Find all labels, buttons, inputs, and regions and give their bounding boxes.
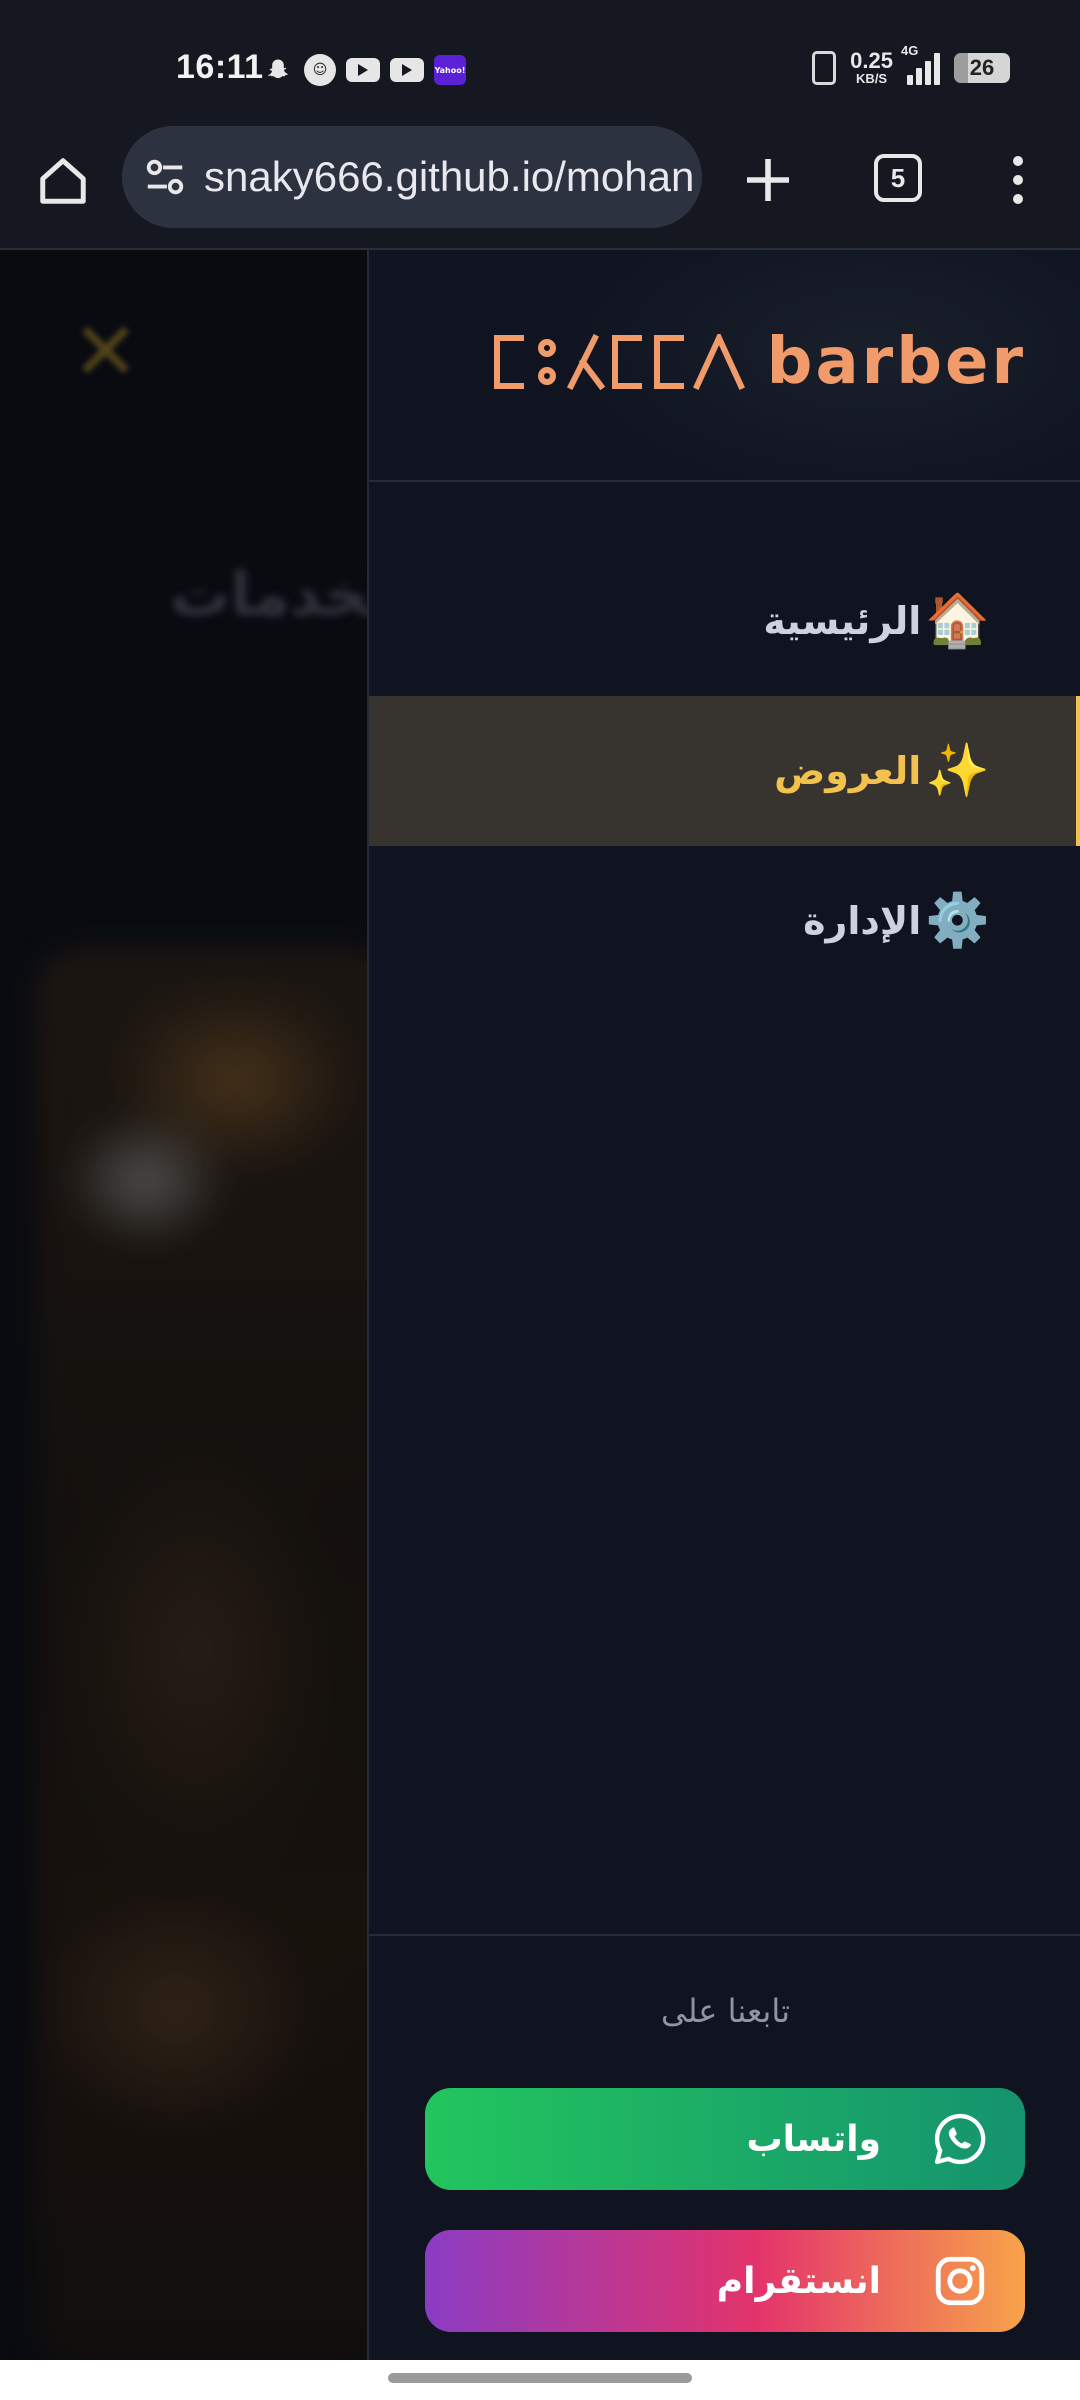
brand-logo[interactable]: barber xyxy=(491,330,1026,394)
net-speed-value: 0.25 xyxy=(850,48,893,73)
notification-icons: ☺ Yahoo! xyxy=(262,54,466,86)
site-settings-icon[interactable] xyxy=(142,154,188,200)
brand-word: barber xyxy=(766,325,1026,399)
new-tab-icon[interactable] xyxy=(740,152,796,208)
overlay-scrim[interactable] xyxy=(0,250,368,2360)
follow-us-label: تابعنا على xyxy=(661,1992,790,2030)
gesture-bar xyxy=(0,2360,1080,2400)
snapchat-icon xyxy=(262,54,294,86)
nav-item-label: الرئيسية xyxy=(763,599,922,643)
status-bar: 16:11 ☺ Yahoo! 0.25 KB/S 4G 26 xyxy=(0,0,1080,126)
nav-item-admin[interactable]: الإدارة ⚙️ xyxy=(369,846,1080,996)
youtube-icon xyxy=(346,58,380,82)
nav-item-label: الإدارة xyxy=(803,899,922,943)
url-bar[interactable]: snaky666.github.io/mohan xyxy=(122,126,702,228)
app-icon: ☺ xyxy=(304,54,336,86)
nav-drawer: barber الرئيسية 🏠 العروض ✨ الإدارة ⚙️ تا… xyxy=(367,250,1080,2360)
system-icons: 0.25 KB/S 4G 26 xyxy=(812,43,1010,86)
url-text[interactable]: snaky666.github.io/mohan xyxy=(204,153,694,201)
drawer-header: barber xyxy=(369,250,1080,482)
instagram-label: انستقرام xyxy=(716,2260,881,2302)
more-menu-icon[interactable] xyxy=(1006,150,1030,210)
yahoo-icon: Yahoo! xyxy=(434,55,466,85)
tifinagh-wordmark xyxy=(493,334,745,390)
vibrate-icon xyxy=(812,50,837,85)
background-page: ✕ الخدمات xyxy=(0,250,368,2360)
battery-level: 26 xyxy=(969,54,995,80)
drawer-footer: تابعنا على واتساب انستقرام xyxy=(369,1934,1080,2360)
sparkles-icon: ✨ xyxy=(925,741,990,801)
whatsapp-button[interactable]: واتساب xyxy=(425,2088,1025,2190)
battery-icon: 26 xyxy=(954,52,1010,83)
house-icon: 🏠 xyxy=(925,591,990,651)
youtube-icon xyxy=(390,58,424,82)
nav-item-offers[interactable]: العروض ✨ xyxy=(369,696,1080,846)
network-type: 4G xyxy=(901,42,919,58)
status-time: 16:11 xyxy=(176,48,264,86)
nav-item-home[interactable]: الرئيسية 🏠 xyxy=(369,546,1080,696)
drawer-nav: الرئيسية 🏠 العروض ✨ الإدارة ⚙️ xyxy=(369,546,1080,996)
browser-toolbar: snaky666.github.io/mohan 5 xyxy=(0,126,1080,250)
whatsapp-icon xyxy=(934,2113,986,2165)
home-icon[interactable] xyxy=(36,154,90,208)
whatsapp-label: واتساب xyxy=(746,2118,881,2160)
nav-item-label: العروض xyxy=(774,749,922,793)
net-speed-unit: KB/S xyxy=(856,71,888,86)
signal-icon: 4G xyxy=(901,43,940,85)
instagram-icon xyxy=(935,2256,985,2306)
home-gesture-pill[interactable] xyxy=(388,2373,692,2383)
instagram-button[interactable]: انستقرام xyxy=(425,2230,1025,2332)
tab-switcher-icon[interactable]: 5 xyxy=(874,154,922,202)
net-speed: 0.25 KB/S xyxy=(850,48,893,86)
gear-icon: ⚙️ xyxy=(925,891,990,951)
